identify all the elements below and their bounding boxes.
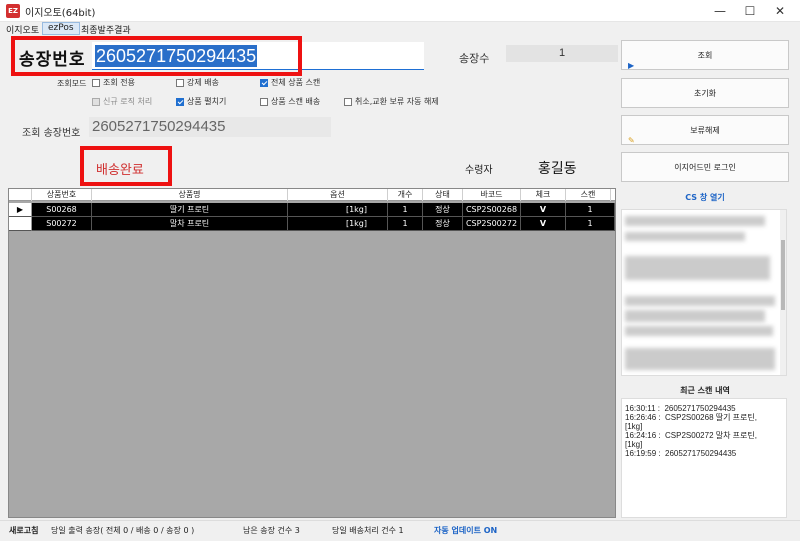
- grid-header-cell[interactable]: 개수: [388, 189, 423, 201]
- status-highlight-box: [80, 146, 172, 186]
- cell-quantity[interactable]: 1: [388, 203, 423, 217]
- cell-product-code[interactable]: S00268: [32, 203, 92, 217]
- minimize-button[interactable]: —: [705, 0, 735, 22]
- list-item: 16:19:59 : 2605271750294435: [625, 449, 737, 458]
- maximize-button[interactable]: ☐: [735, 0, 765, 22]
- cell-option[interactable]: [1kg]: [288, 217, 388, 231]
- cell-check[interactable]: V: [521, 203, 566, 217]
- invoice-highlight-box: [11, 36, 302, 76]
- ez-logo-icon: EZ: [6, 4, 20, 18]
- checkbox-box[interactable]: [260, 97, 268, 106]
- cell-quantity[interactable]: 1: [388, 217, 423, 231]
- grid-header-cell[interactable]: 상품번호: [32, 189, 92, 201]
- reset-button[interactable]: 초기화: [621, 78, 789, 108]
- menu-final-order-result[interactable]: 최종발주결과: [81, 23, 131, 36]
- app-window: EZ 이지오토(64bit) — ☐ ✕ 이지오토 ezPos 최종발주결과 송…: [0, 0, 800, 541]
- recipient-name: 홍길동: [538, 161, 577, 177]
- mode-label: 조회모드: [57, 79, 87, 88]
- list-item: 16:30:11 : 2605271750294435: [625, 404, 736, 413]
- menu-ezpos[interactable]: ezPos: [42, 22, 80, 35]
- checkbox-label: 강제 배송: [187, 78, 219, 87]
- refresh-button[interactable]: 새로고침: [9, 525, 38, 536]
- release-hold-button[interactable]: ✎ 보류해제: [621, 115, 789, 145]
- lookup-invoice-label: 조회 송장번호: [22, 128, 81, 139]
- checkbox-box[interactable]: [344, 97, 352, 106]
- title-bar: EZ 이지오토(64bit) — ☐ ✕: [0, 0, 800, 22]
- ezadmin-login-button[interactable]: 이지어드민 로그인: [621, 152, 789, 182]
- grid-header-cell[interactable]: 옵션: [288, 189, 388, 201]
- checkbox-box[interactable]: [176, 97, 184, 106]
- checkbox-box[interactable]: [92, 78, 100, 87]
- checkbox-label: 전체 상품 스캔: [271, 78, 321, 87]
- close-button[interactable]: ✕: [765, 0, 795, 22]
- grid-header-cell[interactable]: 바코드: [463, 189, 521, 201]
- cell-status[interactable]: 정상: [423, 203, 463, 217]
- checkbox-box[interactable]: [176, 78, 184, 87]
- checkbox-new-logic: 신규 로직 처리: [92, 96, 152, 107]
- grid-header-cell[interactable]: 체크: [521, 189, 566, 201]
- cell-barcode[interactable]: CSP2S00268: [463, 203, 521, 217]
- today-delivered-count: 당일 배송처리 건수 1: [332, 526, 404, 535]
- list-item: 16:26:46 : CSP2S00268 딸기 프로틴, [1kg]: [625, 413, 757, 431]
- recent-scan-title: 최근 스캔 내역: [680, 386, 730, 395]
- product-grid[interactable]: 상품번호 상품명 옵션 개수 상태 바코드 체크 스캔 ▶ S00268 딸기 …: [8, 188, 616, 518]
- arrow-right-icon: ▶: [628, 61, 635, 70]
- remaining-invoices: 남은 송장 건수 3: [243, 526, 300, 535]
- cell-check[interactable]: V: [521, 217, 566, 231]
- cs-info-panel: [621, 209, 787, 376]
- checkbox-label: 상품 스캔 배송: [271, 97, 321, 106]
- list-item: 16:24:16 : CSP2S00272 말차 프로틴, [1kg]: [625, 431, 757, 449]
- lookup-invoice-value: 2605271750294435: [89, 117, 331, 137]
- checkbox-scan-all[interactable]: 전체 상품 스캔: [260, 77, 320, 88]
- cs-panel-scrollbar[interactable]: [780, 210, 786, 375]
- grid-header-corner: [9, 189, 32, 201]
- button-label: 조회: [697, 51, 713, 60]
- checkbox-box[interactable]: [260, 78, 268, 87]
- grid-header-cell[interactable]: 상태: [423, 189, 463, 201]
- button-label: 보류해제: [690, 126, 720, 135]
- cell-product-name[interactable]: 말차 프로틴: [92, 217, 288, 231]
- recent-scan-list[interactable]: 16:30:11 : 2605271750294435 16:26:46 : C…: [621, 398, 787, 518]
- checkbox-label: 신규 로직 처리: [103, 97, 153, 106]
- table-row[interactable]: S00272 말차 프로틴 [1kg] 1 정상 CSP2S00272 V 1: [9, 217, 615, 231]
- button-label: 초기화: [693, 89, 717, 98]
- menu-ezauto[interactable]: 이지오토: [6, 23, 39, 36]
- invoice-count-label: 송장수: [459, 52, 490, 65]
- button-label: 이지어드민 로그인: [674, 163, 736, 172]
- scrollbar-thumb[interactable]: [781, 240, 785, 310]
- row-marker: [9, 217, 32, 231]
- today-output-invoices: 당일 출력 송장( 전체 0 / 배송 0 / 송장 0 ): [51, 526, 195, 535]
- checkbox-auto-release-hold[interactable]: 취소,교환 보류 자동 해제: [344, 96, 439, 107]
- checkbox-label: 상품 펼치기: [187, 97, 227, 106]
- invoice-count-value: 1: [506, 45, 618, 62]
- cell-product-code[interactable]: S00272: [32, 217, 92, 231]
- cell-status[interactable]: 정상: [423, 217, 463, 231]
- checkbox-scan-delivery[interactable]: 상품 스캔 배송: [260, 96, 320, 107]
- grid-header-cell[interactable]: 스캔: [566, 189, 611, 201]
- search-button[interactable]: ▶ 조회: [621, 40, 789, 70]
- grid-header-cell[interactable]: 상품명: [92, 189, 288, 201]
- checkbox-label: 취소,교환 보류 자동 해제: [355, 97, 439, 106]
- recipient-label: 수령자: [465, 165, 493, 176]
- checkbox-view-only[interactable]: 조회 전용: [92, 77, 135, 88]
- cell-option[interactable]: [1kg]: [288, 203, 388, 217]
- cell-barcode[interactable]: CSP2S00272: [463, 217, 521, 231]
- auto-update-status[interactable]: 자동 업데이트 ON: [434, 525, 497, 536]
- checkbox-force-delivery[interactable]: 강제 배송: [176, 77, 219, 88]
- grid-header: 상품번호 상품명 옵션 개수 상태 바코드 체크 스캔: [9, 189, 615, 201]
- cell-scan[interactable]: 1: [566, 217, 615, 231]
- open-cs-window-link[interactable]: CS 창 열기: [621, 192, 789, 203]
- checkbox-expand-products[interactable]: 상품 펼치기: [176, 96, 226, 107]
- row-marker: ▶: [9, 203, 32, 217]
- checkbox-box: [92, 97, 100, 106]
- table-row[interactable]: ▶ S00268 딸기 프로틴 [1kg] 1 정상 CSP2S00268 V …: [9, 203, 615, 217]
- cell-scan[interactable]: 1: [566, 203, 615, 217]
- window-title: 이지오토(64bit): [25, 8, 96, 19]
- cell-product-name[interactable]: 딸기 프로틴: [92, 203, 288, 217]
- checkbox-label: 조회 전용: [103, 78, 135, 87]
